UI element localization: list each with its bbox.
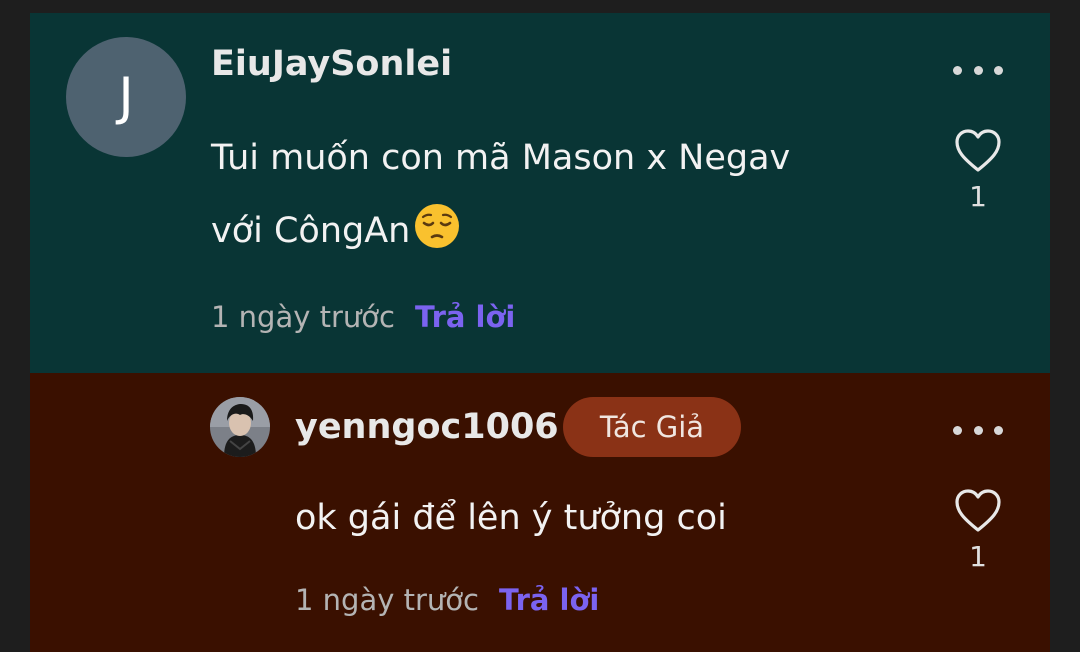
profile-photo	[210, 397, 270, 457]
heart-icon	[955, 129, 1001, 172]
more-horizontal-icon[interactable]	[953, 415, 1003, 445]
reply-text: ok gái để lên ý tưởng coi	[295, 498, 727, 538]
comment-meta: 1 ngày trước Trả lời	[211, 300, 515, 334]
reply-button[interactable]: Trả lời	[415, 300, 515, 334]
reply-time: 1 ngày trước	[295, 583, 479, 617]
comment-text: Tui muốn con mã Mason x Negav với CôngAn	[211, 122, 891, 268]
reply-button[interactable]: Trả lời	[499, 583, 599, 617]
comment-text-line-1: Tui muốn con mã Mason x Negav	[211, 138, 791, 178]
author-badge: Tác Giả	[563, 397, 741, 457]
like-count: 1	[969, 180, 987, 213]
comment-text-line-2-text: với CôngAn	[211, 211, 411, 251]
reply-username[interactable]: yenngoc1006	[295, 407, 559, 447]
heart-icon	[955, 489, 1001, 532]
like-button[interactable]: 1	[948, 128, 1008, 213]
comment-time: 1 ngày trước	[211, 300, 395, 334]
pensive-face-emoji	[415, 204, 460, 248]
avatar[interactable]: J	[66, 37, 186, 157]
like-count: 1	[969, 540, 987, 573]
more-horizontal-icon[interactable]	[953, 55, 1003, 85]
comment-text-line-2: với CôngAn	[211, 195, 891, 268]
reply-meta: 1 ngày trước Trả lời	[295, 583, 599, 617]
avatar[interactable]	[210, 397, 270, 457]
comment-username[interactable]: EiuJaySonlei	[211, 44, 452, 84]
like-button[interactable]: 1	[948, 488, 1008, 573]
